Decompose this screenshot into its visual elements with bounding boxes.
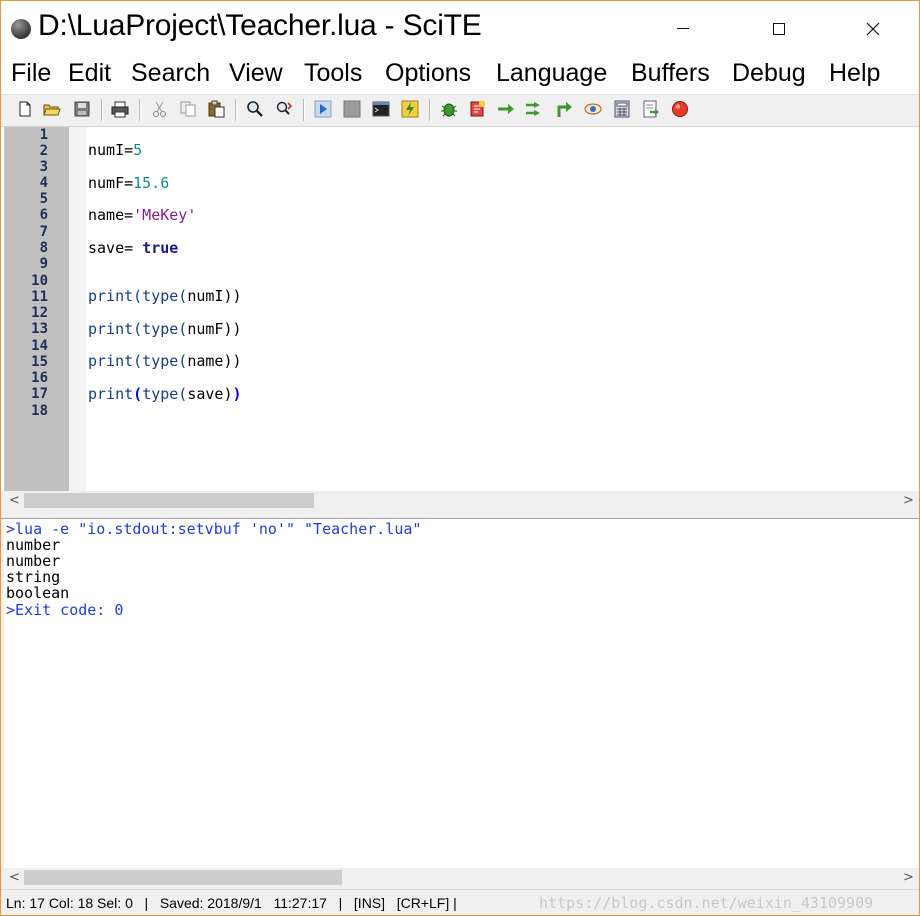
close-button[interactable] xyxy=(827,1,919,56)
menu-search[interactable]: Search xyxy=(131,59,210,88)
editor-scroll-thumb[interactable] xyxy=(24,493,314,508)
toolbar-separator xyxy=(303,99,305,121)
line-number: 15 xyxy=(31,354,48,370)
menu-options[interactable]: Options xyxy=(385,59,471,88)
line-number: 4 xyxy=(39,175,48,191)
line-number: 8 xyxy=(39,240,48,256)
output-line: number xyxy=(6,536,61,554)
step-out-icon[interactable] xyxy=(555,100,573,118)
step-over-icon[interactable] xyxy=(497,100,515,118)
output-line: string xyxy=(6,568,61,586)
calculator-icon[interactable] xyxy=(613,100,631,118)
maximize-icon xyxy=(773,22,785,35)
save-icon[interactable] xyxy=(73,100,91,118)
toolbar xyxy=(1,95,919,127)
window-title: D:\LuaProject\Teacher.lua - SciTE xyxy=(38,9,482,42)
output-horizontal-scrollbar[interactable]: < > xyxy=(4,868,919,887)
menu-debug[interactable]: Debug xyxy=(732,59,806,88)
menu-file[interactable]: File xyxy=(11,59,51,88)
line-number: 1 xyxy=(39,127,48,143)
print-icon[interactable] xyxy=(111,100,129,118)
cut-icon[interactable] xyxy=(151,100,169,118)
build-icon[interactable] xyxy=(401,100,419,118)
pane-splitter[interactable] xyxy=(1,511,919,519)
code-line-13: print(type(numF)) xyxy=(88,320,242,338)
step-into-icon[interactable] xyxy=(525,100,543,118)
line-number: 3 xyxy=(39,159,48,175)
scroll-left-arrow-icon[interactable]: < xyxy=(6,492,23,509)
menu-language[interactable]: Language xyxy=(496,59,607,88)
line-number: 12 xyxy=(31,305,48,321)
scroll-right-arrow-icon[interactable]: > xyxy=(900,492,917,509)
menu-tools[interactable]: Tools xyxy=(304,59,362,88)
output-scroll-thumb[interactable] xyxy=(24,870,342,885)
export-icon[interactable] xyxy=(642,100,660,118)
editor-pane[interactable]: 1 2 3 4 5 6 7 8 9 10 11 12 13 14 15 16 1… xyxy=(1,127,919,491)
line-number: 17 xyxy=(31,386,48,402)
output-line: number xyxy=(6,552,61,570)
toolbar-separator xyxy=(429,99,431,121)
open-folder-icon[interactable] xyxy=(43,100,61,118)
output-line: boolean xyxy=(6,584,70,602)
copy-icon[interactable] xyxy=(179,100,197,118)
title-bar: D:\LuaProject\Teacher.lua - SciTE xyxy=(1,1,919,56)
scroll-right-arrow-icon[interactable]: > xyxy=(900,869,917,886)
code-line-2: numI=5 xyxy=(88,141,143,159)
watermark-text: https://blog.csdn.net/weixin_43109909 xyxy=(539,894,874,912)
line-number: 16 xyxy=(31,370,48,386)
menu-edit[interactable]: Edit xyxy=(68,59,111,88)
editor-horizontal-scrollbar[interactable]: < > xyxy=(4,491,919,510)
line-number: 18 xyxy=(31,403,48,419)
scite-window: D:\LuaProject\Teacher.lua - SciTE File E… xyxy=(0,0,920,916)
menu-bar: File Edit Search View Tools Options Lang… xyxy=(1,56,919,95)
code-line-4: numF=15.6 xyxy=(88,174,170,192)
code-line-6: name='MeKey' xyxy=(88,206,197,224)
code-line-15: print(type(name)) xyxy=(88,352,242,370)
breakpoint-icon[interactable] xyxy=(671,100,689,118)
line-number: 6 xyxy=(39,207,48,223)
replace-icon[interactable] xyxy=(275,100,293,118)
toolbar-separator xyxy=(235,99,237,121)
line-number: 13 xyxy=(31,321,48,337)
stop-icon[interactable] xyxy=(343,100,361,118)
status-text: Ln: 17 Col: 18 Sel: 0 | Saved: 2018/9/1 … xyxy=(6,895,457,911)
output-line: >Exit code: 0 xyxy=(6,601,124,619)
code-line-11: print(type(numI)) xyxy=(88,287,242,305)
run-icon[interactable] xyxy=(314,100,332,118)
debug-bug-icon[interactable] xyxy=(440,100,458,118)
paste-icon[interactable] xyxy=(207,100,225,118)
menu-view[interactable]: View xyxy=(229,59,283,88)
menu-buffers[interactable]: Buffers xyxy=(631,59,710,88)
line-number: 11 xyxy=(31,289,48,305)
line-number: 10 xyxy=(31,273,48,289)
scroll-left-arrow-icon[interactable]: < xyxy=(6,869,23,886)
watch-icon[interactable] xyxy=(584,100,602,118)
line-number: 9 xyxy=(39,256,48,272)
line-number: 7 xyxy=(39,224,48,240)
code-line-8: save= true xyxy=(88,239,179,257)
minimize-button[interactable] xyxy=(637,1,729,56)
toolbar-separator xyxy=(101,99,103,121)
line-number: 2 xyxy=(39,143,48,159)
output-pane[interactable]: >lua -e "io.stdout:setvbuf 'no'" "Teache… xyxy=(4,519,919,868)
close-icon xyxy=(866,22,880,35)
debug-step-icon[interactable] xyxy=(468,100,486,118)
console-icon[interactable] xyxy=(372,100,390,118)
output-line: >lua -e "io.stdout:setvbuf 'no'" "Teache… xyxy=(6,520,422,538)
code-line-17: print(type(save)) xyxy=(88,385,242,403)
line-number: 14 xyxy=(31,338,48,354)
new-file-icon[interactable] xyxy=(16,100,34,118)
line-number: 5 xyxy=(39,191,48,207)
find-icon[interactable] xyxy=(246,100,264,118)
toolbar-separator xyxy=(139,99,141,121)
minimize-icon xyxy=(677,28,689,29)
status-bar: Ln: 17 Col: 18 Sel: 0 | Saved: 2018/9/1 … xyxy=(1,889,919,915)
fold-margin[interactable] xyxy=(69,127,86,491)
maximize-button[interactable] xyxy=(733,1,825,56)
line-number-margin: 1 2 3 4 5 6 7 8 9 10 11 12 13 14 15 16 1… xyxy=(4,127,69,491)
scite-app-icon[interactable] xyxy=(11,19,31,39)
menu-help[interactable]: Help xyxy=(829,59,880,88)
